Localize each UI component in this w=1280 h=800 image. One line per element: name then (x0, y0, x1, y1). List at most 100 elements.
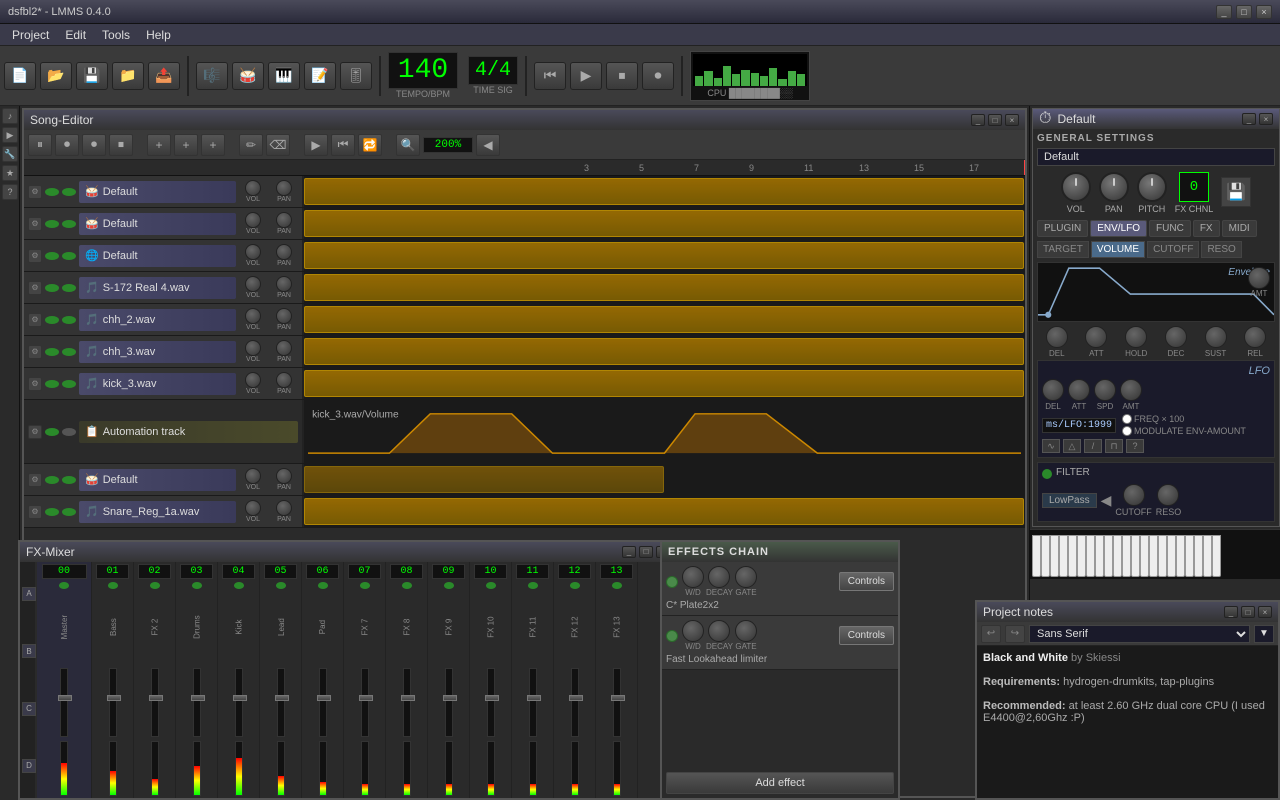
project-notes-btn[interactable]: 📝 (304, 62, 336, 90)
piano-key-d3[interactable] (1041, 535, 1050, 577)
track-solo-7[interactable] (62, 380, 76, 388)
fx-fader-handle-4[interactable] (233, 695, 247, 701)
se-add-automation-btn[interactable]: + (201, 134, 225, 156)
piano-key-e4[interactable] (1113, 535, 1122, 577)
track-content-9[interactable] (304, 464, 1025, 495)
track-solo-6[interactable] (62, 348, 76, 356)
time-sig-display[interactable]: 4/4 (468, 56, 518, 85)
track-solo-9[interactable] (62, 476, 76, 484)
se-erase-btn[interactable]: ⌫ (266, 134, 290, 156)
env-amt-knob[interactable] (1248, 267, 1270, 289)
plugin-tab-func[interactable]: FUNC (1149, 220, 1191, 237)
track-content-5[interactable] (304, 304, 1025, 335)
fx-fader-handle-12[interactable] (569, 695, 583, 701)
effect-decay-knob-1[interactable] (708, 566, 730, 588)
track-mute-4[interactable] (45, 284, 59, 292)
filter-cutoff-knob[interactable] (1123, 484, 1145, 506)
filter-prev-btn[interactable]: ◀ (1101, 492, 1112, 509)
track-pan-knob-9[interactable] (276, 468, 292, 484)
effect-power-1[interactable] (666, 576, 678, 588)
fx-fader-handle-9[interactable] (443, 695, 457, 701)
fx-send-11[interactable] (528, 582, 538, 589)
lfo-wave-sawtooth[interactable]: / (1084, 439, 1102, 453)
track-name-7[interactable]: 🎵 kick_3.wav (79, 373, 236, 395)
track-vol-knob-2[interactable] (245, 212, 261, 228)
fx-fader-handle-1[interactable] (107, 695, 121, 701)
piano-key-a4[interactable] (1140, 535, 1149, 577)
track-content-3[interactable] (304, 240, 1025, 271)
fx-send-5[interactable] (276, 582, 286, 589)
piano-key-d4[interactable] (1104, 535, 1113, 577)
se-draw-btn[interactable]: ✏ (239, 134, 263, 156)
fx-mixer-minimize[interactable]: _ (622, 546, 636, 558)
maximize-button[interactable]: □ (1236, 5, 1252, 19)
track-vol-knob-4[interactable] (245, 276, 261, 292)
piano-roll-btn[interactable]: 🎹 (268, 62, 300, 90)
instrument-minimize[interactable]: _ (1242, 113, 1256, 125)
beat-editor-btn[interactable]: 🥁 (232, 62, 264, 90)
se-zoom-btn[interactable]: 🔍 (396, 134, 420, 156)
pan-knob[interactable] (1099, 172, 1129, 202)
menu-tools[interactable]: Tools (94, 26, 138, 44)
song-editor-maximize[interactable]: □ (988, 114, 1002, 126)
track-pan-knob-5[interactable] (276, 308, 292, 324)
export-button[interactable]: 📤 (148, 62, 180, 90)
pitch-knob[interactable] (1137, 172, 1167, 202)
track-content-8[interactable]: kick_3.wav/Volume (304, 400, 1025, 463)
fx-fader-3[interactable] (193, 668, 201, 737)
minimize-button[interactable]: _ (1216, 5, 1232, 19)
fx-fader-1[interactable] (109, 668, 117, 737)
stop-button[interactable]: ⏹ (606, 62, 638, 90)
fx-mixer-btn[interactable]: 🎚 (340, 62, 372, 90)
piano-key-c4[interactable] (1095, 535, 1104, 577)
piano-key-f4[interactable] (1122, 535, 1131, 577)
effect-power-2[interactable] (666, 630, 678, 642)
lfo-att-knob[interactable] (1068, 379, 1090, 401)
project-notes-close[interactable]: × (1258, 606, 1272, 618)
song-editor-minimize[interactable]: _ (971, 114, 985, 126)
track-pan-knob-2[interactable] (276, 212, 292, 228)
lfo-wave-sine[interactable]: ∿ (1042, 439, 1060, 453)
fx-fader-handle-13[interactable] (611, 695, 625, 701)
track-pattern-10[interactable] (304, 498, 1024, 525)
track-content-7[interactable] (304, 368, 1025, 399)
fx-fader-4[interactable] (235, 668, 243, 737)
track-pattern-6[interactable] (304, 338, 1024, 365)
plugin-tab-envlfo[interactable]: ENV/LFO (1090, 220, 1147, 237)
track-content-6[interactable] (304, 336, 1025, 367)
track-pattern-2[interactable] (304, 210, 1024, 237)
fx-fader-handle-10[interactable] (485, 695, 499, 701)
track-settings-2[interactable]: ⚙ (28, 217, 42, 231)
env-dec-knob[interactable] (1165, 326, 1187, 348)
abcd-c[interactable]: C (22, 702, 36, 716)
track-mute-3[interactable] (45, 252, 59, 260)
track-name-10[interactable]: 🎵 Snare_Reg_1a.wav (79, 501, 236, 523)
track-pattern-3[interactable] (304, 242, 1024, 269)
env-del-knob[interactable] (1046, 326, 1068, 348)
lfo-wave-triangle[interactable]: △ (1063, 439, 1081, 453)
target-tab-cutoff[interactable]: CUTOFF (1147, 241, 1199, 258)
plugin-tab-plugin[interactable]: PLUGIN (1037, 220, 1088, 237)
piano-key-g3[interactable] (1068, 535, 1077, 577)
track-mute-7[interactable] (45, 380, 59, 388)
fx-fader-handle-7[interactable] (359, 695, 373, 701)
target-tab-target[interactable]: TARGET (1037, 241, 1089, 258)
track-solo-8[interactable] (62, 428, 76, 436)
track-pan-knob-6[interactable] (276, 340, 292, 356)
fx-send-2[interactable] (150, 582, 160, 589)
fx-send-4[interactable] (234, 582, 244, 589)
track-content-2[interactable] (304, 208, 1025, 239)
piano-key-e3[interactable] (1050, 535, 1059, 577)
fx-send-6[interactable] (318, 582, 328, 589)
font-select[interactable]: Sans Serif (1029, 625, 1250, 643)
fx-fader-8[interactable] (403, 668, 411, 737)
menu-project[interactable]: Project (4, 26, 57, 44)
fx-fader-handle-3[interactable] (191, 695, 205, 701)
piano-key-b5[interactable] (1212, 535, 1221, 577)
track-pattern-5[interactable] (304, 306, 1024, 333)
close-button[interactable]: × (1256, 5, 1272, 19)
se-loop-btn[interactable]: 🔁 (358, 134, 382, 156)
plugin-tab-midi[interactable]: MIDI (1222, 220, 1257, 237)
track-settings-4[interactable]: ⚙ (28, 281, 42, 295)
lfo-wave-square[interactable]: ⊓ (1105, 439, 1123, 453)
